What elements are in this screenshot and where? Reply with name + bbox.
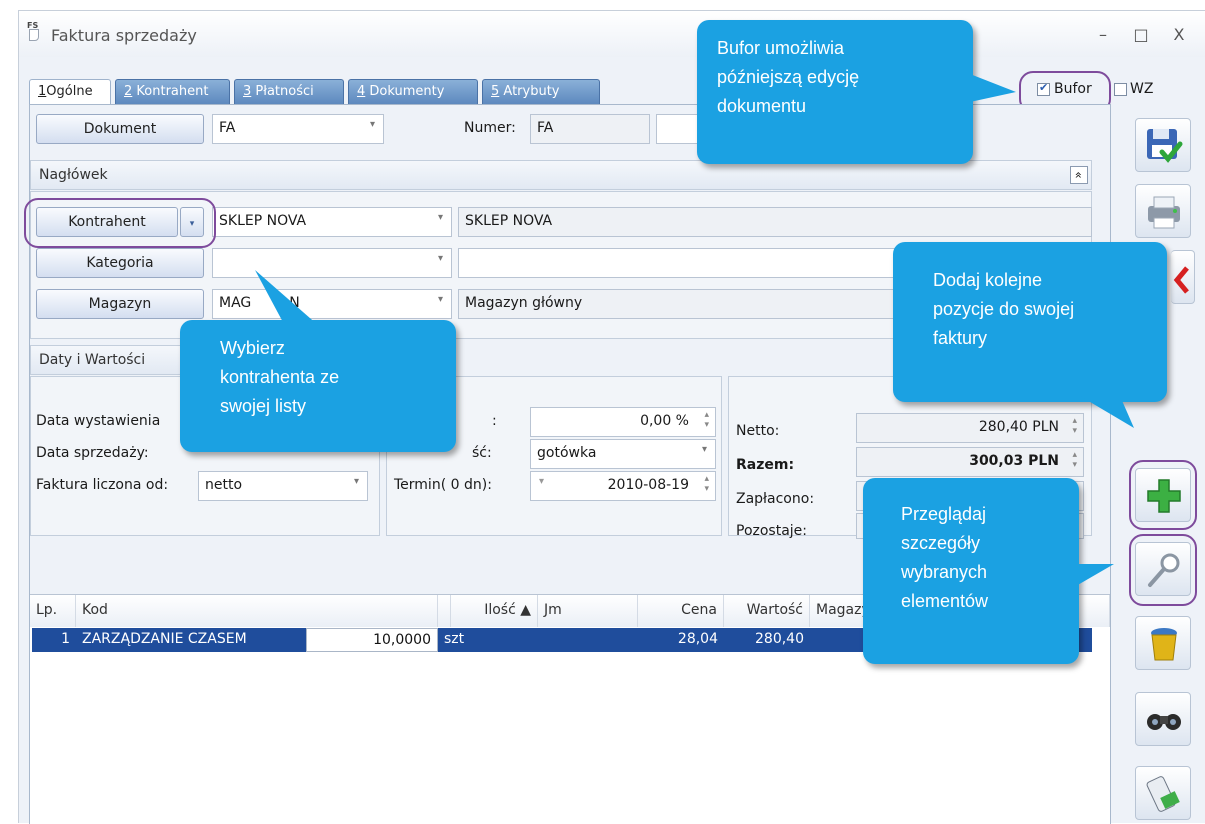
callout-kontrahent-pointer — [255, 270, 319, 326]
liczona-od-select[interactable]: netto ▾ — [198, 471, 368, 501]
razem-label: Razem: — [736, 457, 795, 473]
kategoria-button[interactable]: Kategoria — [36, 248, 204, 278]
cell-wartosc: 280,40 — [755, 631, 804, 647]
document-icon: FS — [27, 21, 43, 41]
liczona-od-label: Faktura liczona od: — [36, 477, 169, 493]
razem-field[interactable]: 300,03 PLN ▴ ▾ — [856, 447, 1084, 477]
trash-bin-icon — [1151, 628, 1177, 661]
callout-dodaj: Dodaj kolejne pozycje do swojej faktury — [893, 242, 1167, 402]
cell-cena: 28,04 — [677, 631, 718, 647]
callout-dodaj-pointer — [1080, 396, 1134, 428]
column-header-jm[interactable]: Jm — [538, 595, 638, 627]
platnosc-label: ść: — [472, 445, 492, 461]
column-header-cena[interactable]: Cena — [638, 595, 724, 627]
search-button[interactable] — [1135, 692, 1191, 746]
data-wystawienia-label: Data wystawienia — [36, 413, 161, 429]
kontrahent-code-select[interactable]: SKLEP NOVA ▾ — [212, 207, 452, 237]
column-header-wartosc[interactable]: Wartość — [724, 595, 810, 627]
pozostaje-label: Pozostaje: — [736, 523, 808, 539]
add-item-highlight — [1129, 460, 1197, 530]
cell-jm: szt — [444, 631, 465, 647]
zaplacono-label: Zapłacono: — [736, 491, 815, 507]
close-x-icon — [1173, 266, 1189, 294]
document-type-select[interactable]: FA ▾ — [212, 114, 384, 144]
wz-label: WZ — [1130, 81, 1154, 97]
termin-field[interactable]: ▾ 2010-08-19 ▴ ▾ — [530, 471, 716, 501]
dokument-button[interactable]: Dokument — [36, 114, 204, 144]
numer-field[interactable]: FA — [530, 114, 650, 144]
termin-label: Termin( 0 dn): — [394, 477, 492, 493]
header-section-title: Nagłówek — [30, 160, 1092, 190]
print-button[interactable] — [1135, 184, 1191, 238]
window-title: Faktura sprzedaży — [51, 26, 197, 45]
tab-platnosci[interactable]: 3 Płatności — [234, 79, 344, 105]
general-panel: Dokument FA ▾ Numer: FA Nagłówek » Kontra… — [24, 104, 1111, 824]
binoculars-icon — [1147, 714, 1181, 730]
numer-suffix-field[interactable] — [656, 114, 700, 144]
callout-przegladaj: Przeglądaj szczegóły wybranych elementów — [863, 478, 1079, 664]
column-header-kod[interactable]: Kod — [76, 595, 438, 627]
tab-atrybuty[interactable]: 5 Atrybuty — [482, 79, 600, 105]
printer-icon — [1148, 196, 1180, 229]
wz-checkbox[interactable] — [1114, 83, 1127, 96]
cell-lp: 1 — [61, 631, 70, 647]
callout-kontrahent: Wybierz kontrahenta ze swojej listy — [180, 320, 456, 452]
title-bar: FS Faktura sprzedaży – □ X — [19, 11, 1205, 57]
numer-label: Numer: — [464, 120, 516, 136]
payment-terminal-button[interactable] — [1135, 766, 1191, 820]
maximize-button[interactable]: □ — [1130, 25, 1152, 44]
tab-kontrahent[interactable]: 2 Kontrahent — [115, 79, 230, 105]
cell-ilosc[interactable]: 10,0000 — [306, 628, 438, 652]
view-details-highlight — [1129, 534, 1197, 606]
callout-przegladaj-pointer — [1076, 564, 1114, 586]
netto-field[interactable]: 280,40 PLN ▴ ▾ — [856, 413, 1084, 443]
tab-ogolne[interactable]: 1Ogólne — [29, 79, 111, 107]
cancel-button[interactable] — [1171, 250, 1195, 304]
rabat-field[interactable]: 0,00 % ▴ ▾ — [530, 407, 716, 437]
cell-kod: ZARZĄDZANIE CZASEM — [82, 631, 247, 647]
tab-dokumenty[interactable]: 4 Dokumenty — [348, 79, 478, 105]
close-button[interactable]: X — [1168, 25, 1190, 44]
platnosc-select[interactable]: gotówka ▾ — [530, 439, 716, 469]
data-sprzedazy-label: Data sprzedaży: — [36, 445, 149, 461]
callout-bufor: Bufor umożliwia późniejszą edycję dokume… — [697, 20, 973, 164]
save-button[interactable] — [1135, 118, 1191, 172]
card-terminal-icon — [1146, 776, 1180, 812]
rabat-label: : — [492, 413, 497, 429]
floppy-disk-icon — [1147, 129, 1183, 163]
delete-button[interactable] — [1135, 616, 1191, 670]
kontrahent-name-field[interactable]: SKLEP NOVA — [458, 207, 1092, 237]
magazyn-button[interactable]: Magazyn — [36, 289, 204, 319]
minimize-button[interactable]: – — [1092, 25, 1114, 44]
netto-label: Netto: — [736, 423, 780, 439]
callout-bufor-pointer — [970, 74, 1016, 102]
column-header-lp[interactable]: Lp. — [30, 595, 76, 627]
kontrahent-highlight — [24, 198, 216, 248]
collapse-header-button[interactable]: » — [1070, 166, 1088, 184]
